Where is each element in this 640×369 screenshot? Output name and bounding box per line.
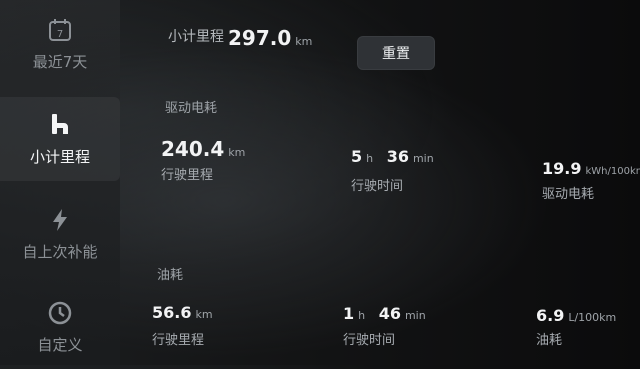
electric-distance-value: 240.4 km — [161, 137, 246, 161]
fuel-consumption-label: 油耗 — [536, 333, 563, 348]
reset-button[interactable]: 重置 — [357, 36, 435, 70]
electric-time-label: 行驶时间 — [351, 179, 404, 194]
sidebar-item-last-7-days[interactable]: 7 最近7天 — [0, 2, 120, 86]
sidebar-item-label: 小计里程 — [29, 148, 90, 166]
fuel-distance-value: 56.6 km — [152, 303, 213, 322]
calendar-icon: 7 — [46, 16, 74, 44]
electric-section-title: 驱动电耗 — [165, 101, 218, 116]
sidebar-item-label: 最近7天 — [32, 53, 88, 71]
trip-counter-icon — [46, 111, 74, 139]
electric-time-value: 5h 36 min — [351, 147, 434, 166]
sidebar-item-since-last-charge[interactable]: 自上次补能 — [0, 192, 120, 276]
electric-consumption-label: 驱动电耗 — [542, 187, 595, 202]
sidebar-item-label: 自上次补能 — [22, 243, 98, 261]
fuel-consumption-value: 6.9 L/100km — [536, 306, 617, 325]
fuel-time-label: 行驶时间 — [343, 333, 396, 348]
sidebar-item-custom[interactable]: 自定义 — [0, 285, 120, 369]
svg-text:7: 7 — [57, 29, 63, 40]
fuel-distance-label: 行驶里程 — [152, 333, 205, 348]
fuel-time-value: 1h 46 min — [343, 304, 426, 323]
main-panel: 小计里程 297.0 km 重置 驱动电耗 240.4 km 行驶里程 5h 36 m… — [120, 0, 640, 365]
sidebar: 7 最近7天 小计里程 自上次补能 自定义 — [0, 0, 120, 365]
trip-value: 297.0 km — [228, 26, 313, 50]
sidebar-item-trip[interactable]: 小计里程 — [0, 97, 120, 181]
fuel-section-title: 油耗 — [157, 268, 184, 283]
trip-label: 小计里程 — [168, 29, 224, 45]
clock-icon — [46, 299, 74, 327]
electric-distance-label: 行驶里程 — [161, 168, 214, 183]
sidebar-item-label: 自定义 — [37, 336, 83, 354]
electric-consumption-value: 19.9 kWh/100km — [542, 159, 640, 178]
lightning-icon — [46, 206, 74, 234]
